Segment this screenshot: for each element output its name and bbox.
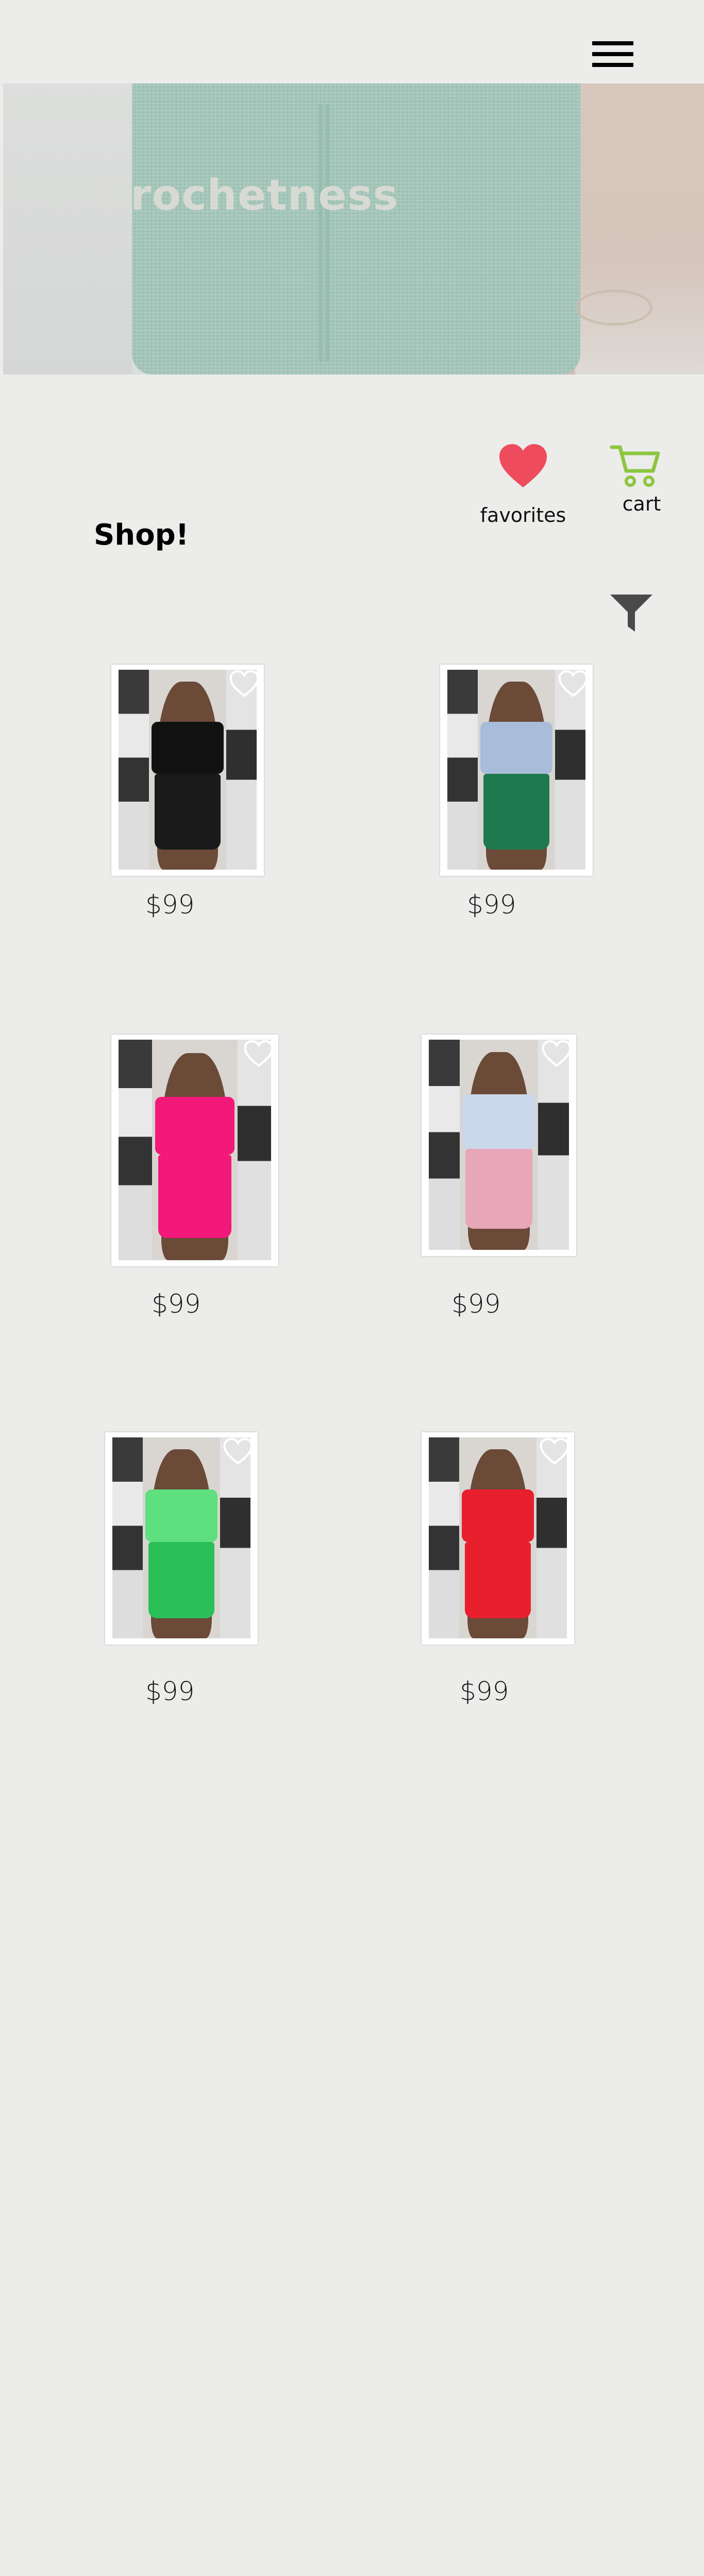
product-photo — [119, 670, 257, 870]
product-price: $99 — [152, 1289, 201, 1319]
product-price: $99 — [467, 890, 516, 920]
outfit-bottom — [465, 1149, 533, 1229]
outfit-top — [462, 1489, 534, 1542]
outfit-top — [462, 1094, 535, 1149]
outfit-top — [480, 721, 552, 774]
photo-background — [555, 670, 585, 870]
product-photo — [119, 1040, 271, 1260]
cart-icon — [610, 443, 661, 489]
heart-outline-icon[interactable] — [243, 1040, 274, 1067]
hamburger-menu-icon[interactable] — [590, 37, 635, 71]
heart-outline-icon[interactable] — [223, 1437, 254, 1465]
photo-background — [119, 1040, 153, 1260]
photo-background — [447, 670, 478, 870]
heart-outline-icon[interactable] — [558, 670, 589, 698]
product-photo — [112, 1437, 250, 1638]
hero-overlay — [3, 83, 704, 375]
hero-banner: Crochetness — [3, 83, 704, 375]
photo-background — [537, 1437, 567, 1638]
photo-background — [429, 1437, 459, 1638]
product-card-3[interactable] — [111, 1035, 278, 1266]
cart-button[interactable]: cart — [603, 443, 680, 520]
hero-title: Crochetness — [99, 171, 399, 220]
product-photo — [447, 670, 585, 870]
heart-outline-icon[interactable] — [539, 1437, 570, 1465]
photo-background — [429, 1040, 460, 1250]
heart-outline-icon[interactable] — [229, 670, 260, 698]
top-bar — [0, 0, 704, 83]
product-card-2[interactable] — [440, 665, 593, 876]
product-photo — [429, 1437, 567, 1638]
photo-background — [112, 1437, 143, 1638]
photo-background — [220, 1437, 250, 1638]
heart-outline-icon[interactable] — [541, 1040, 572, 1067]
outfit-top — [145, 1489, 217, 1542]
photo-background — [119, 670, 149, 870]
outfit-bottom — [154, 773, 221, 850]
product-card-1[interactable] — [111, 665, 264, 876]
photo-background — [237, 1040, 271, 1260]
product-price: $99 — [145, 1676, 195, 1706]
outfit-bottom — [158, 1154, 232, 1239]
heart-icon — [497, 443, 549, 489]
menu-line — [592, 41, 633, 45]
product-price: $99 — [451, 1289, 501, 1319]
product-card-5[interactable] — [105, 1432, 258, 1645]
outfit-top — [155, 1097, 234, 1155]
outfit-top — [152, 721, 224, 774]
product-card-6[interactable] — [422, 1432, 574, 1645]
menu-line — [592, 52, 633, 56]
outfit-bottom — [464, 1541, 531, 1618]
shop-title: Shop! — [94, 518, 189, 552]
product-price: $99 — [145, 890, 195, 920]
product-card-4[interactable] — [422, 1035, 576, 1256]
cart-label: cart — [622, 493, 661, 515]
product-price: $99 — [460, 1676, 509, 1706]
favorites-button[interactable]: favorites — [479, 443, 567, 531]
photo-background — [226, 670, 257, 870]
photo-background — [538, 1040, 569, 1250]
menu-line — [592, 63, 633, 67]
filter-funnel-icon[interactable] — [608, 592, 655, 634]
favorites-label: favorites — [480, 504, 566, 527]
product-photo — [429, 1040, 569, 1250]
outfit-bottom — [148, 1541, 215, 1618]
outfit-bottom — [483, 773, 550, 850]
